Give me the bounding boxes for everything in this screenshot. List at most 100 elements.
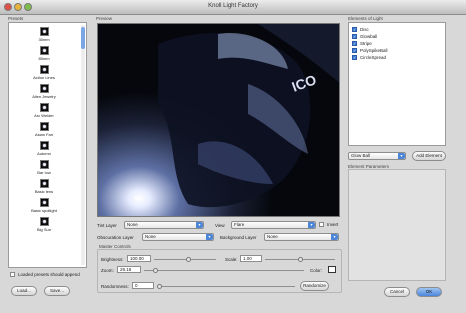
- preset-thumbnail: [39, 27, 49, 36]
- preset-item[interactable]: 85mm: [9, 46, 79, 65]
- preset-thumbnail: [39, 122, 49, 131]
- elements-list[interactable]: ✓ Disc ✓ Glowball ✓ Stripe ✓ PolySpikeBall ✓ Circ…: [348, 22, 446, 146]
- motorcycle-rider-image: ICO: [98, 24, 339, 216]
- preview-image[interactable]: ICO +: [97, 23, 340, 217]
- preset-thumbnail: [39, 84, 49, 93]
- chevron-down-icon: ▾: [206, 234, 213, 240]
- append-label: Loaded presets should append: [18, 272, 80, 277]
- obscuration-layer-select[interactable]: None ▾: [142, 233, 214, 241]
- background-value: None: [267, 234, 278, 239]
- background-label: Background Layer: [220, 235, 257, 240]
- element-item[interactable]: ✓ CircleSpread: [352, 54, 442, 61]
- preset-item[interactable]: Big Sun: [9, 217, 79, 236]
- zoom-slider[interactable]: [144, 268, 304, 273]
- scale-slider-knob[interactable]: [298, 257, 303, 262]
- preset-item[interactable]: Basic spotlight: [9, 198, 79, 217]
- save-button[interactable]: Save...: [44, 286, 70, 296]
- preset-item[interactable]: Bar Iow: [9, 160, 79, 179]
- preset-item[interactable]: Basic lens: [9, 179, 79, 198]
- brightness-slider-knob[interactable]: [186, 257, 191, 262]
- preset-label: Basic spotlight: [31, 208, 57, 213]
- preset-label: 85mm: [38, 56, 50, 61]
- presets-header: Presets: [8, 16, 24, 21]
- presets-list[interactable]: 35mm 85mm Action Lines Alien Jewelry Arc Wel…: [8, 22, 87, 268]
- preset-thumbnail: [39, 141, 49, 150]
- preset-label: Alien Jewelry: [32, 94, 56, 99]
- preset-thumbnail: [39, 179, 49, 188]
- zoom-input[interactable]: 29.18: [117, 266, 141, 273]
- element-type-value: Glow Ball: [351, 153, 371, 158]
- preset-item[interactable]: 35mm: [9, 27, 79, 46]
- randomness-slider[interactable]: [157, 284, 295, 289]
- randomness-input[interactable]: 0: [132, 282, 154, 289]
- append-checkbox[interactable]: [10, 272, 15, 278]
- preset-item[interactable]: Asian Fan: [9, 122, 79, 141]
- element-enabled-checkbox[interactable]: ✓: [352, 27, 357, 33]
- tint-layer-select[interactable]: None ▾: [124, 221, 204, 229]
- preset-thumbnail: [39, 198, 49, 207]
- element-enabled-checkbox[interactable]: ✓: [352, 41, 357, 47]
- element-label: PolySpikeBall: [360, 48, 388, 53]
- obscuration-value: None: [145, 234, 156, 239]
- color-swatch[interactable]: [328, 266, 336, 273]
- element-label: Glowball: [360, 34, 378, 39]
- cancel-button[interactable]: Cancel: [384, 287, 410, 297]
- element-item[interactable]: ✓ Glowball: [352, 33, 442, 40]
- scale-input[interactable]: 1.00: [240, 255, 262, 262]
- preset-item[interactable]: Arc Welder: [9, 103, 79, 122]
- brightness-label: Brightness:: [101, 257, 124, 262]
- scale-label: Scale:: [225, 257, 238, 262]
- preset-item[interactable]: Action Lines: [9, 65, 79, 84]
- chevron-down-icon: ▾: [308, 222, 315, 228]
- element-label: Stripe: [360, 41, 372, 46]
- preset-label: 35mm: [38, 37, 50, 42]
- preset-item[interactable]: Alien Jewelry: [9, 84, 79, 103]
- preset-label: Autumn: [37, 151, 51, 156]
- zoom-slider-knob[interactable]: [153, 268, 158, 273]
- invert-checkbox[interactable]: [319, 222, 324, 228]
- element-item[interactable]: ✓ PolySpikeBall: [352, 47, 442, 54]
- window-title: Knoll Light Factory: [208, 3, 258, 9]
- scale-slider[interactable]: [265, 257, 335, 262]
- element-type-select[interactable]: Glow Ball ▾: [348, 152, 406, 160]
- obscuration-label: Obscuration Layer: [97, 235, 134, 240]
- chevron-down-icon: ▾: [331, 234, 338, 240]
- tint-layer-label: Tint Layer: [97, 223, 117, 228]
- add-element-button[interactable]: Add Element: [412, 151, 446, 161]
- presets-scrollbar[interactable]: [81, 25, 85, 265]
- view-select[interactable]: Flare ▾: [231, 221, 316, 229]
- brightness-input[interactable]: 100.00: [127, 255, 151, 262]
- preset-label: Big Sun: [36, 227, 51, 232]
- tint-layer-value: None: [127, 222, 138, 227]
- chevron-down-icon: ▾: [398, 153, 405, 159]
- chevron-down-icon: ▾: [196, 222, 203, 228]
- preset-label: Action Lines: [33, 75, 55, 80]
- randomness-slider-knob[interactable]: [157, 284, 162, 289]
- element-label: Disc: [360, 27, 369, 32]
- color-label: Color:: [310, 268, 323, 273]
- element-enabled-checkbox[interactable]: ✓: [352, 55, 357, 61]
- randomness-label: Randomness:: [101, 284, 129, 289]
- preset-thumbnail: [39, 65, 49, 74]
- presets-scroll-thumb[interactable]: [81, 27, 85, 49]
- load-button[interactable]: Load...: [11, 286, 37, 296]
- element-item[interactable]: ✓ Disc: [352, 26, 442, 33]
- preset-label: Arc Welder: [34, 113, 54, 118]
- element-enabled-checkbox[interactable]: ✓: [352, 48, 357, 54]
- randomize-button[interactable]: Randomize: [300, 281, 329, 291]
- title-bar: Knoll Light Factory: [0, 0, 466, 15]
- preset-thumbnail: [39, 160, 49, 169]
- flare-center-crosshair[interactable]: +: [133, 194, 138, 202]
- element-enabled-checkbox[interactable]: ✓: [352, 34, 357, 40]
- ok-button[interactable]: OK: [416, 287, 442, 297]
- brightness-slider[interactable]: [154, 257, 216, 262]
- preset-label: Bar Iow: [37, 170, 51, 175]
- background-layer-select[interactable]: None ▾: [264, 233, 339, 241]
- preset-item[interactable]: Autumn: [9, 141, 79, 160]
- view-label: View: [215, 223, 225, 228]
- append-row[interactable]: Loaded presets should append: [10, 272, 90, 278]
- preset-thumbnail: [39, 46, 49, 55]
- element-item[interactable]: ✓ Stripe: [352, 40, 442, 47]
- invert-row[interactable]: Invert: [319, 222, 338, 228]
- elements-header: Elements of Light: [348, 16, 383, 21]
